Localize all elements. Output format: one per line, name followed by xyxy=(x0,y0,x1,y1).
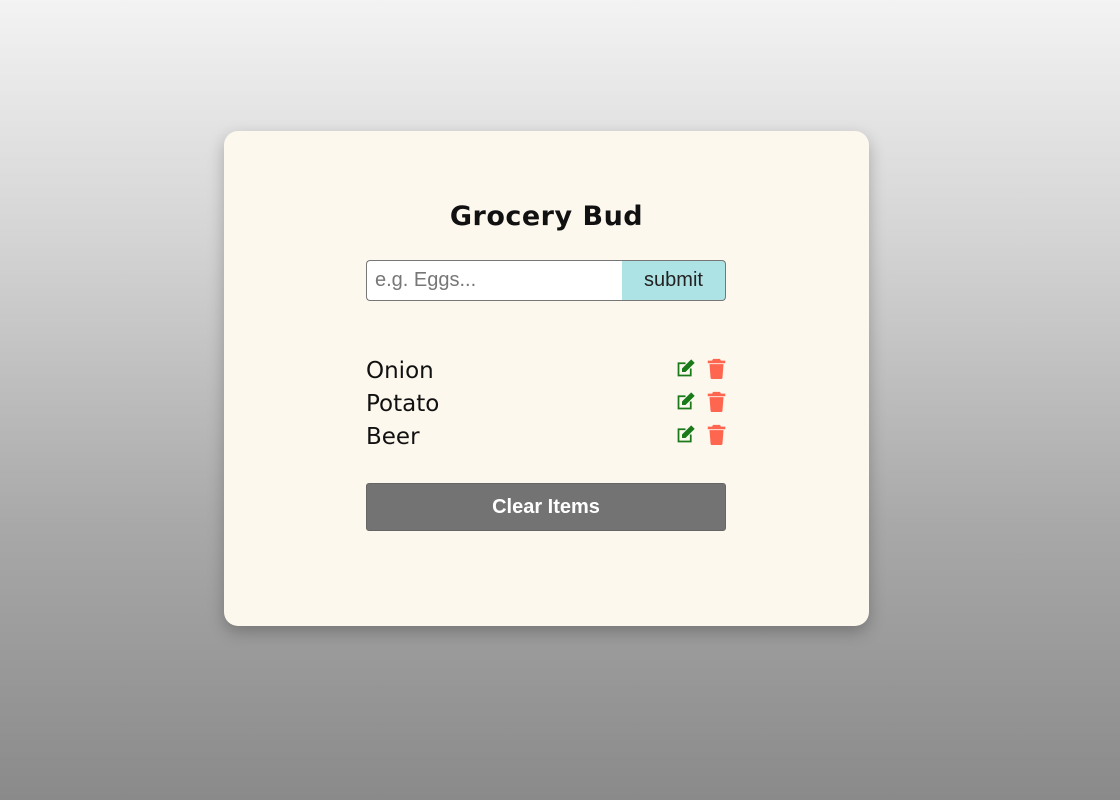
grocery-list: Onion Potato Beer xyxy=(366,354,727,453)
edit-icon[interactable] xyxy=(675,424,696,445)
page-title: Grocery Bud xyxy=(449,201,644,232)
item-input[interactable] xyxy=(366,260,622,301)
edit-icon[interactable] xyxy=(675,391,696,412)
trash-icon[interactable] xyxy=(706,358,727,379)
trash-icon[interactable] xyxy=(706,424,727,445)
list-item: Beer xyxy=(366,420,727,453)
list-item: Potato xyxy=(366,387,727,420)
edit-icon[interactable] xyxy=(675,358,696,379)
item-actions xyxy=(675,424,727,445)
item-name: Potato xyxy=(366,390,440,417)
item-actions xyxy=(675,358,727,379)
list-item: Onion xyxy=(366,354,727,387)
item-name: Onion xyxy=(366,357,434,384)
trash-icon[interactable] xyxy=(706,391,727,412)
clear-items-button[interactable]: Clear Items xyxy=(366,483,726,531)
submit-button[interactable]: submit xyxy=(622,260,726,301)
item-name: Beer xyxy=(366,423,420,450)
add-item-form: submit xyxy=(366,260,726,301)
grocery-card: Grocery Bud submit Onion Potato xyxy=(224,131,869,626)
item-actions xyxy=(675,391,727,412)
